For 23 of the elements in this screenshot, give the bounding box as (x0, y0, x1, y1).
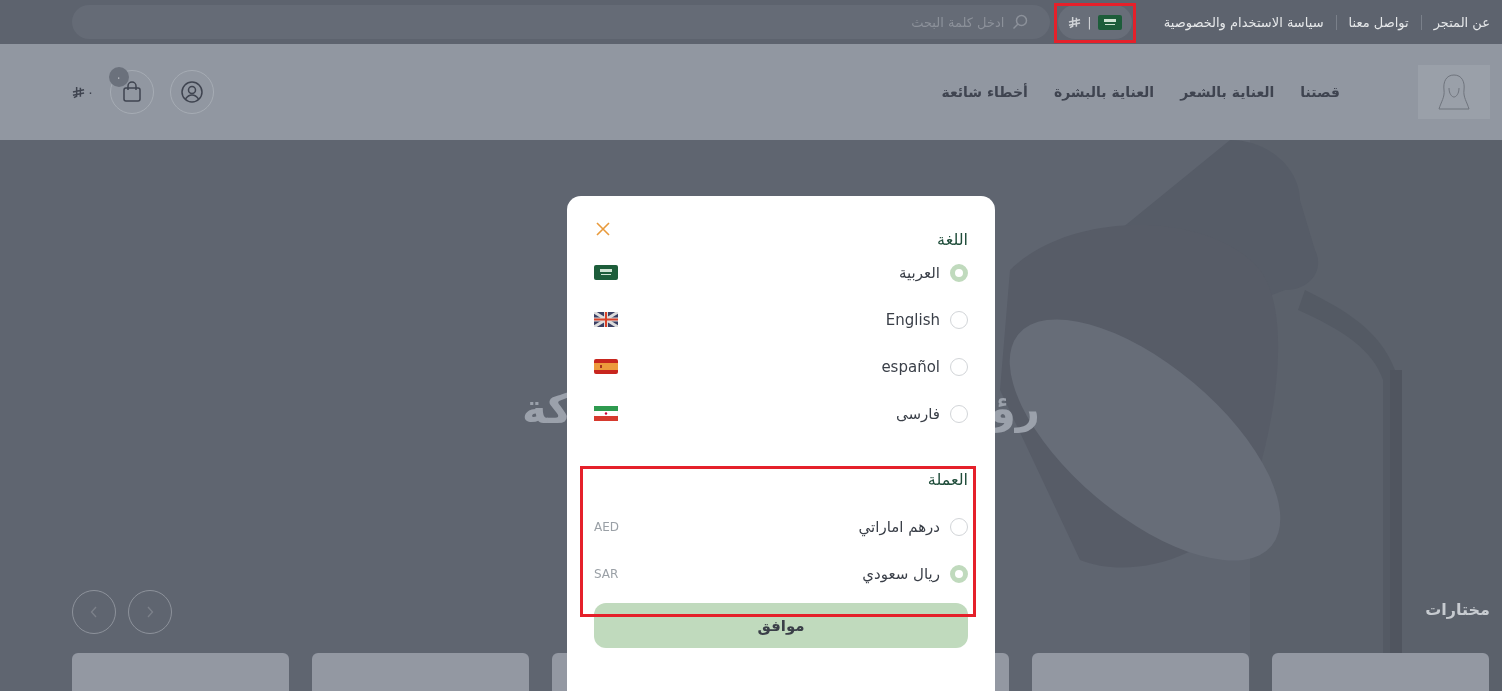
cart-total: ٠ (87, 84, 94, 100)
option-label: English (884, 310, 940, 329)
hero-title-fragment: كة (522, 388, 572, 430)
currency-code: AED (594, 519, 621, 534)
section-heading: اللغة (937, 230, 968, 249)
top-link[interactable]: تواصل معنا (1335, 14, 1421, 30)
currency-code: SAR (594, 566, 620, 581)
option-label: ريال سعودي (861, 564, 940, 583)
option-label: español (880, 357, 940, 376)
nav-link[interactable]: العناية بالشعر (1180, 84, 1275, 100)
option-label: فارسى (894, 404, 940, 423)
confirm-button[interactable]: موافق (594, 603, 968, 648)
top-link[interactable]: سياسة الاستخدام والخصوصية (1151, 14, 1336, 30)
nav-link[interactable]: العناية بالبشرة (1053, 84, 1155, 100)
top-link[interactable]: عن المتجر (1420, 14, 1490, 30)
nav-link[interactable]: أخطاء شائعة (941, 84, 1028, 100)
section-heading: العملة (927, 470, 968, 489)
divider-mark: | (1087, 14, 1092, 30)
nav-link[interactable]: قصتنا (1300, 84, 1340, 100)
cart-count: ٠ (109, 67, 129, 87)
section-title: مختارات (1425, 600, 1490, 619)
option-label: درهم اماراتي (857, 517, 940, 536)
option-label: العربية (898, 263, 940, 282)
